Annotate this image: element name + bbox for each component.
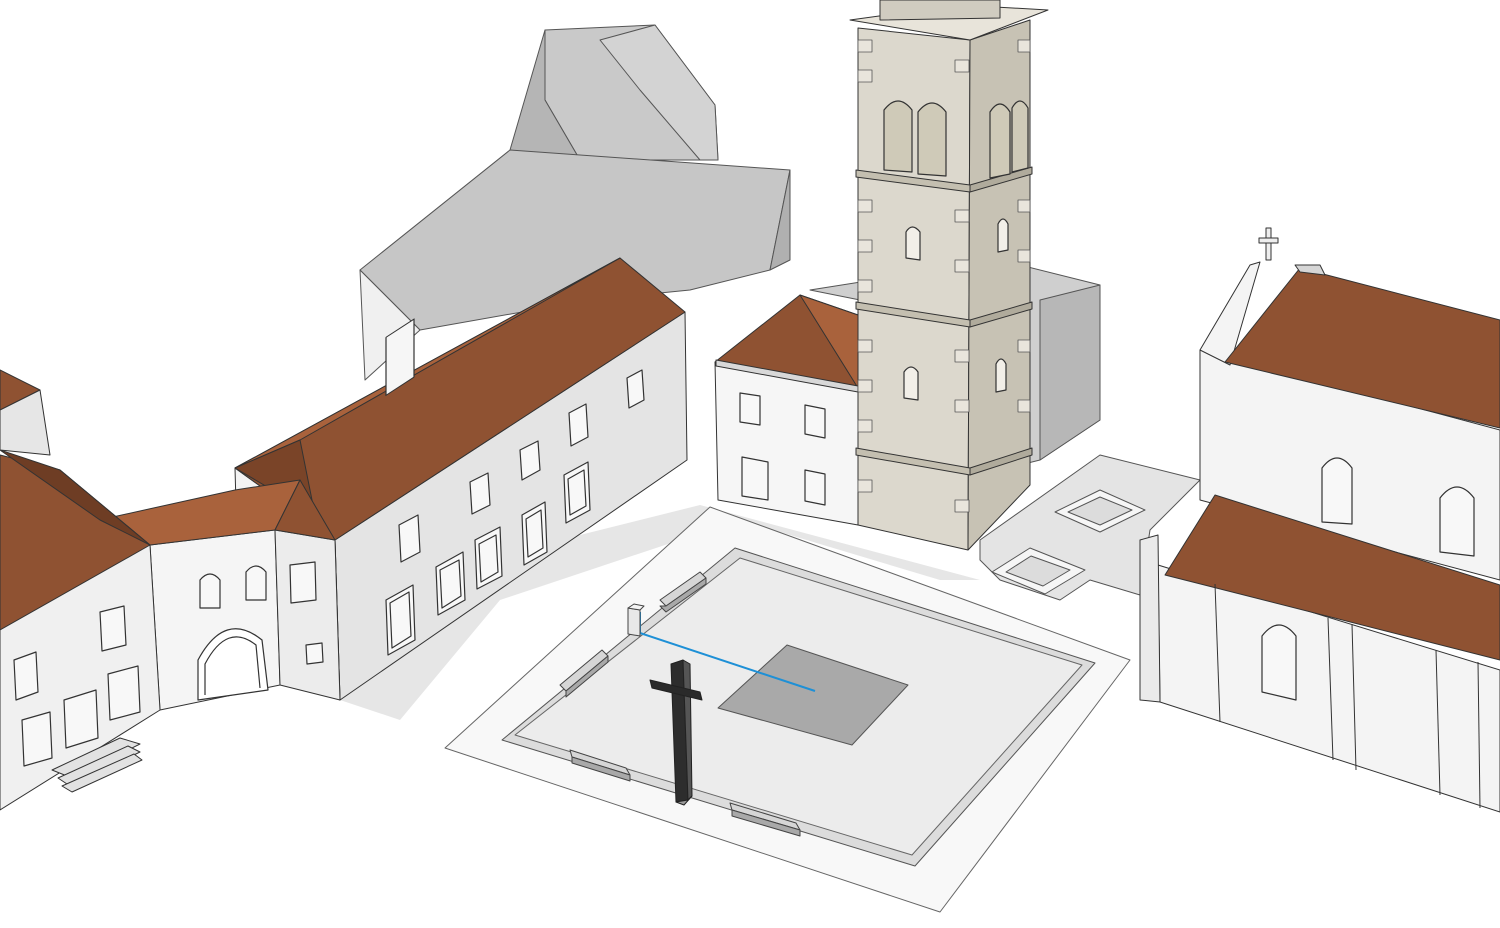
bell-tower [849,0,1049,551]
church-cross [1258,227,1279,261]
corner-house [714,294,859,526]
church-annex-window [1261,624,1297,701]
model-viewport[interactable] [0,0,1500,928]
